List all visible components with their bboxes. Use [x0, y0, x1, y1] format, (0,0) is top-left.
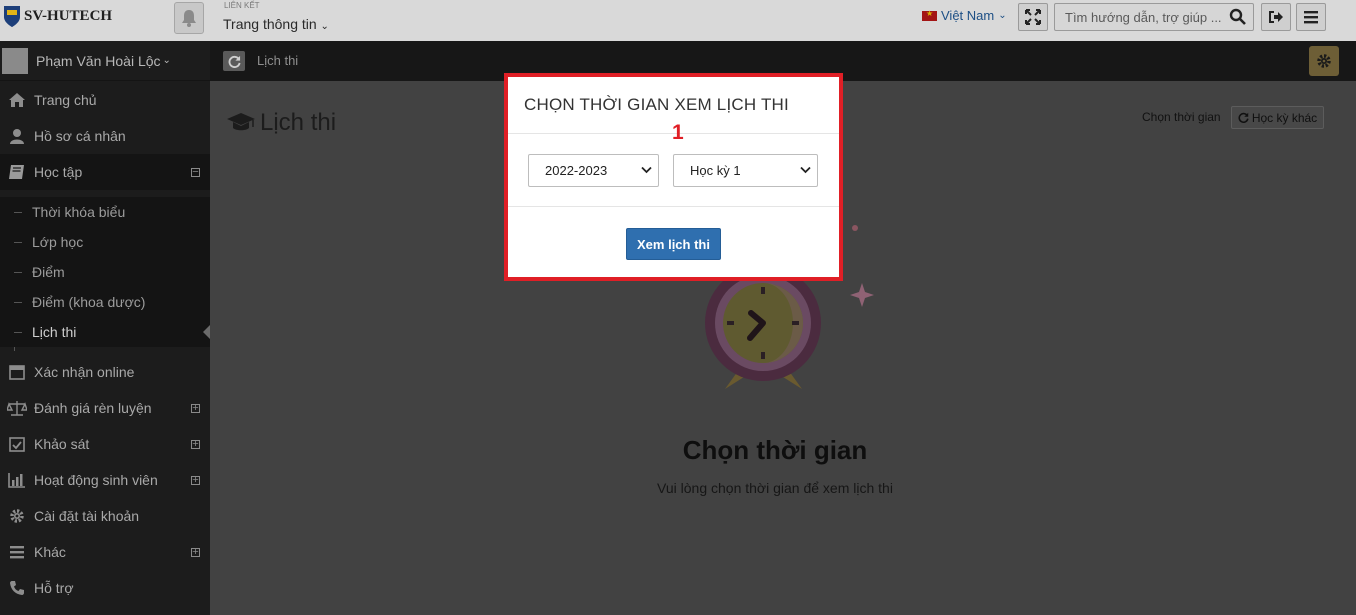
sidebar: Phạm Văn Hoài Lộc ⌄ Trang chủ Hồ sơ cá n…: [0, 41, 210, 615]
chevron-down-icon: ⌄: [320, 21, 329, 32]
view-exam-schedule-button[interactable]: Xem lịch thi: [626, 228, 721, 260]
bell-icon: [182, 10, 196, 27]
sidebar-item-label: Xác nhận online: [34, 364, 135, 380]
logout-button[interactable]: [1261, 3, 1291, 31]
term-select[interactable]: Học kỳ 1: [673, 154, 818, 187]
notification-button[interactable]: [174, 2, 204, 34]
active-caret-icon: [203, 325, 210, 339]
chevron-down-icon: [641, 166, 652, 174]
refresh-button[interactable]: [223, 51, 245, 71]
hutech-shield-icon: [4, 6, 20, 27]
sidebar-item-other[interactable]: Khác +: [0, 534, 210, 570]
refresh-icon: [1238, 112, 1249, 123]
bar-chart-icon: [0, 472, 34, 488]
phone-icon: [0, 580, 34, 596]
calendar-check-icon: [0, 436, 34, 452]
sidebar-subitem-grades[interactable]: Điểm: [0, 257, 210, 287]
fullscreen-button[interactable]: [1018, 3, 1048, 31]
vietnam-flag-icon: [922, 9, 937, 21]
chevron-down-icon: [800, 166, 811, 174]
year-select-value: 2022-2023: [545, 163, 608, 178]
expand-icon[interactable]: +: [191, 474, 200, 485]
top-bar: SV-HUTECH LIÊN KẾT Trang thông tin ⌄ Việ…: [0, 0, 1356, 41]
sidebar-item-support[interactable]: Hỗ trợ: [0, 570, 210, 606]
expand-icon[interactable]: +: [191, 402, 200, 413]
expand-icon[interactable]: +: [191, 546, 200, 557]
sidebar-item-label: Hỗ trợ: [34, 580, 74, 596]
term-select-value: Học kỳ 1: [690, 163, 741, 178]
gear-icon: [0, 508, 34, 524]
sidebar-item-label: Khảo sát: [34, 436, 90, 452]
sidebar-subitem-label: Lớp học: [32, 234, 84, 250]
language-selector[interactable]: Việt Nam ⌄: [922, 8, 1007, 23]
chevron-down-icon: ⌄: [998, 10, 1007, 21]
language-label: Việt Nam: [941, 8, 995, 23]
sign-out-icon: [1269, 11, 1283, 23]
sidebar-item-label: Cài đặt tài khoản: [34, 508, 140, 524]
sidebar-subitem-timetable[interactable]: Thời khóa biểu: [0, 197, 210, 227]
book-icon: [0, 164, 34, 180]
sidebar-item-study[interactable]: Học tập −: [0, 154, 210, 190]
sidebar-item-survey[interactable]: Khảo sát +: [0, 426, 210, 462]
modal-title: CHỌN THỜI GIAN XEM LỊCH THI: [524, 95, 789, 114]
sidebar-item-account-settings[interactable]: Cài đặt tài khoản: [0, 498, 210, 534]
user-icon: [0, 128, 34, 144]
calendar-icon: [0, 364, 34, 380]
breadcrumb-current: Lịch thi: [257, 53, 299, 68]
search-box: [1054, 3, 1254, 31]
refresh-icon: [228, 55, 241, 68]
sidebar-item-profile[interactable]: Hồ sơ cá nhân: [0, 118, 210, 154]
modal-divider: [508, 206, 839, 207]
link-dropdown[interactable]: Trang thông tin ⌄: [223, 16, 329, 32]
sidebar-item-label: Học tập: [34, 164, 83, 180]
time-label: Chọn thời gian: [1142, 110, 1221, 124]
sidebar-subitem-pharmacy-grades[interactable]: Điểm (khoa dược): [0, 287, 210, 317]
sidebar-item-label: Trang chủ: [34, 92, 97, 108]
menu-button[interactable]: [1296, 3, 1326, 31]
sidebar-item-home[interactable]: Trang chủ: [0, 82, 210, 118]
search-input[interactable]: [1055, 9, 1225, 25]
sidebar-item-label: Hồ sơ cá nhân: [34, 128, 126, 144]
graduation-cap-icon: [227, 113, 255, 131]
sidebar-item-online-confirm[interactable]: Xác nhận online: [0, 354, 210, 390]
page-title: Lịch thi: [226, 109, 336, 137]
user-name: Phạm Văn Hoài Lộc: [36, 52, 161, 69]
sidebar-subitem-exam-schedule[interactable]: Lịch thi: [0, 317, 210, 347]
other-term-button-label: Học kỳ khác: [1251, 110, 1318, 125]
empty-state-description: Vui lòng chọn thời gian để xem lịch thi: [657, 480, 893, 496]
brand-logo[interactable]: SV-HUTECH: [2, 4, 112, 28]
sidebar-subitem-label: Điểm (khoa dược): [32, 294, 146, 310]
balance-icon: [0, 400, 34, 416]
search-icon[interactable]: [1229, 8, 1247, 26]
select-time-modal: CHỌN THỜI GIAN XEM LỊCH THI 1 2022-2023 …: [504, 73, 843, 281]
sidebar-item-label: Đánh giá rèn luyện: [34, 400, 152, 416]
expand-icon: [1025, 9, 1041, 25]
other-term-button[interactable]: Học kỳ khác: [1231, 106, 1324, 129]
sidebar-item-label: Khác: [34, 544, 66, 560]
home-icon: [0, 92, 34, 108]
empty-state-title: Chọn thời gian: [682, 435, 868, 465]
hamburger-icon: [1304, 11, 1318, 24]
link-dropdown-label: Trang thông tin: [223, 16, 317, 32]
bars-icon: [0, 545, 34, 559]
year-select[interactable]: 2022-2023: [528, 154, 659, 187]
sidebar-subitem-label: Lịch thi: [32, 324, 77, 340]
sidebar-subitem-label: Điểm: [32, 264, 65, 280]
sidebar-item-student-activities[interactable]: Hoạt động sinh viên +: [0, 462, 210, 498]
user-menu[interactable]: Phạm Văn Hoài Lộc ⌄: [0, 41, 210, 81]
sidebar-item-label: Hoạt động sinh viên: [34, 472, 158, 488]
step-number-annotation: 1: [672, 121, 684, 144]
avatar: [2, 47, 28, 74]
brand-name: SV-HUTECH: [24, 7, 113, 24]
collapse-icon[interactable]: −: [191, 166, 200, 177]
gear-icon: [1317, 54, 1331, 68]
sidebar-item-conduct-eval[interactable]: Đánh giá rèn luyện +: [0, 390, 210, 426]
page-title-text: Lịch thi: [260, 109, 337, 136]
expand-icon[interactable]: +: [191, 438, 200, 449]
link-label: LIÊN KẾT: [224, 1, 260, 10]
sidebar-subitem-label: Thời khóa biểu: [32, 204, 126, 220]
chevron-down-icon: ⌄: [162, 55, 171, 66]
settings-button[interactable]: [1309, 46, 1339, 76]
sidebar-subitem-classes[interactable]: Lớp học: [0, 227, 210, 257]
